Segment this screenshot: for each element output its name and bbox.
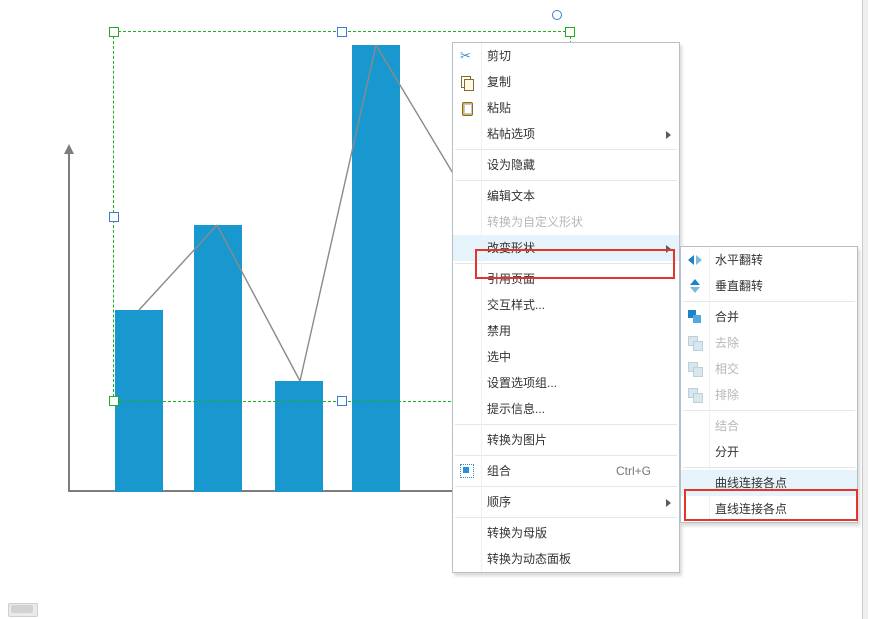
submenu-exclude: 排除 — [681, 382, 857, 408]
menu-order[interactable]: 顺序 — [453, 489, 679, 515]
submenu-merge-label: 合并 — [715, 310, 739, 324]
menu-group[interactable]: 组合 Ctrl+G — [453, 458, 679, 484]
menu-convert-to-image[interactable]: 转换为图片 — [453, 427, 679, 453]
y-axis — [68, 152, 70, 492]
menu-set-hidden-label: 设为隐藏 — [487, 158, 535, 172]
submenu-intersect-label: 相交 — [715, 362, 739, 376]
submenu-arrow-icon — [666, 499, 671, 507]
menu-group-label: 组合 — [487, 464, 511, 478]
submenu-intersect: 相交 — [681, 356, 857, 382]
menu-edit-text-label: 编辑文本 — [487, 189, 535, 203]
submenu-flip-v[interactable]: 垂直翻转 — [681, 273, 857, 299]
submenu-line-connect[interactable]: 直线连接各点 — [681, 496, 857, 522]
submenu-exclude-label: 排除 — [715, 388, 739, 402]
flip-horizontal-icon — [688, 255, 702, 265]
separator — [455, 263, 677, 264]
menu-select[interactable]: 选中 — [453, 344, 679, 370]
menu-convert-to-master-label: 转换为母版 — [487, 526, 547, 540]
cut-icon: ✂ — [460, 49, 474, 63]
menu-set-options-group-label: 设置选项组... — [487, 376, 557, 390]
menu-convert-to-image-label: 转换为图片 — [487, 433, 547, 447]
menu-edit-text[interactable]: 编辑文本 — [453, 183, 679, 209]
canvas[interactable]: ✂ 剪切 复制 粘贴 粘帖选项 设为隐藏 编辑文本 转换为自定义形状 改变形状 … — [0, 0, 869, 619]
submenu-flip-v-label: 垂直翻转 — [715, 279, 763, 293]
submenu-combine: 结合 — [681, 413, 857, 439]
menu-tooltip-label: 提示信息... — [487, 402, 545, 416]
submenu-flip-h[interactable]: 水平翻转 — [681, 247, 857, 273]
submenu-separate-label: 分开 — [715, 445, 739, 459]
menu-copy[interactable]: 复制 — [453, 69, 679, 95]
menu-disable[interactable]: 禁用 — [453, 318, 679, 344]
handle-ne[interactable] — [565, 27, 575, 37]
menu-interaction-style-label: 交互样式... — [487, 298, 545, 312]
copy-icon — [460, 75, 474, 89]
menu-copy-label: 复制 — [487, 75, 511, 89]
handle-nw[interactable] — [109, 27, 119, 37]
context-menu: ✂ 剪切 复制 粘贴 粘帖选项 设为隐藏 编辑文本 转换为自定义形状 改变形状 … — [452, 42, 680, 573]
separator — [455, 517, 677, 518]
menu-tooltip[interactable]: 提示信息... — [453, 396, 679, 422]
menu-paste[interactable]: 粘贴 — [453, 95, 679, 121]
submenu-line-connect-label: 直线连接各点 — [715, 502, 787, 516]
separator — [455, 424, 677, 425]
submenu-arrow-icon — [666, 131, 671, 139]
submenu-subtract: 去除 — [681, 330, 857, 356]
menu-convert-custom-shape-label: 转换为自定义形状 — [487, 215, 583, 229]
menu-group-shortcut: Ctrl+G — [616, 458, 651, 484]
handle-n[interactable] — [337, 27, 347, 37]
menu-cut-label: 剪切 — [487, 49, 511, 63]
separator — [455, 180, 677, 181]
exclude-icon — [688, 388, 702, 402]
submenu-curve-connect-label: 曲线连接各点 — [715, 476, 787, 490]
menu-reference-page[interactable]: 引用页面 — [453, 266, 679, 292]
group-icon — [460, 464, 474, 478]
menu-convert-to-master[interactable]: 转换为母版 — [453, 520, 679, 546]
submenu-subtract-label: 去除 — [715, 336, 739, 350]
menu-reference-page-label: 引用页面 — [487, 272, 535, 286]
handle-sw[interactable] — [109, 396, 119, 406]
merge-icon — [688, 310, 702, 324]
menu-set-hidden[interactable]: 设为隐藏 — [453, 152, 679, 178]
separator — [455, 149, 677, 150]
menu-convert-to-dynamic-panel-label: 转换为动态面板 — [487, 552, 571, 566]
menu-paste-options[interactable]: 粘帖选项 — [453, 121, 679, 147]
submenu-merge[interactable]: 合并 — [681, 304, 857, 330]
submenu-separate[interactable]: 分开 — [681, 439, 857, 465]
menu-change-shape[interactable]: 改变形状 — [453, 235, 679, 261]
submenu-curve-connect[interactable]: 曲线连接各点 — [681, 470, 857, 496]
menu-interaction-style[interactable]: 交互样式... — [453, 292, 679, 318]
menu-paste-options-label: 粘帖选项 — [487, 127, 535, 141]
submenu-flip-h-label: 水平翻转 — [715, 253, 763, 267]
handle-w[interactable] — [109, 212, 119, 222]
intersect-icon — [688, 362, 702, 376]
menu-disable-label: 禁用 — [487, 324, 511, 338]
rotate-handle[interactable] — [552, 10, 562, 20]
separator — [455, 486, 677, 487]
flip-vertical-icon — [690, 279, 700, 293]
menu-convert-custom-shape: 转换为自定义形状 — [453, 209, 679, 235]
menu-order-label: 顺序 — [487, 495, 511, 509]
menu-cut[interactable]: ✂ 剪切 — [453, 43, 679, 69]
vertical-ruler — [862, 0, 868, 619]
submenu-arrow-icon — [666, 245, 671, 253]
menu-change-shape-label: 改变形状 — [487, 241, 535, 255]
menu-paste-label: 粘贴 — [487, 101, 511, 115]
menu-set-options-group[interactable]: 设置选项组... — [453, 370, 679, 396]
horizontal-scrollbar[interactable] — [8, 603, 38, 617]
menu-select-label: 选中 — [487, 350, 511, 364]
separator — [455, 455, 677, 456]
handle-s[interactable] — [337, 396, 347, 406]
paste-icon — [460, 101, 474, 115]
submenu-combine-label: 结合 — [715, 419, 739, 433]
menu-convert-to-dynamic-panel[interactable]: 转换为动态面板 — [453, 546, 679, 572]
subtract-icon — [688, 336, 702, 350]
change-shape-submenu: 水平翻转 垂直翻转 合并 去除 相交 排除 结合 分开 曲线连接各点 直线连接各… — [680, 246, 858, 523]
